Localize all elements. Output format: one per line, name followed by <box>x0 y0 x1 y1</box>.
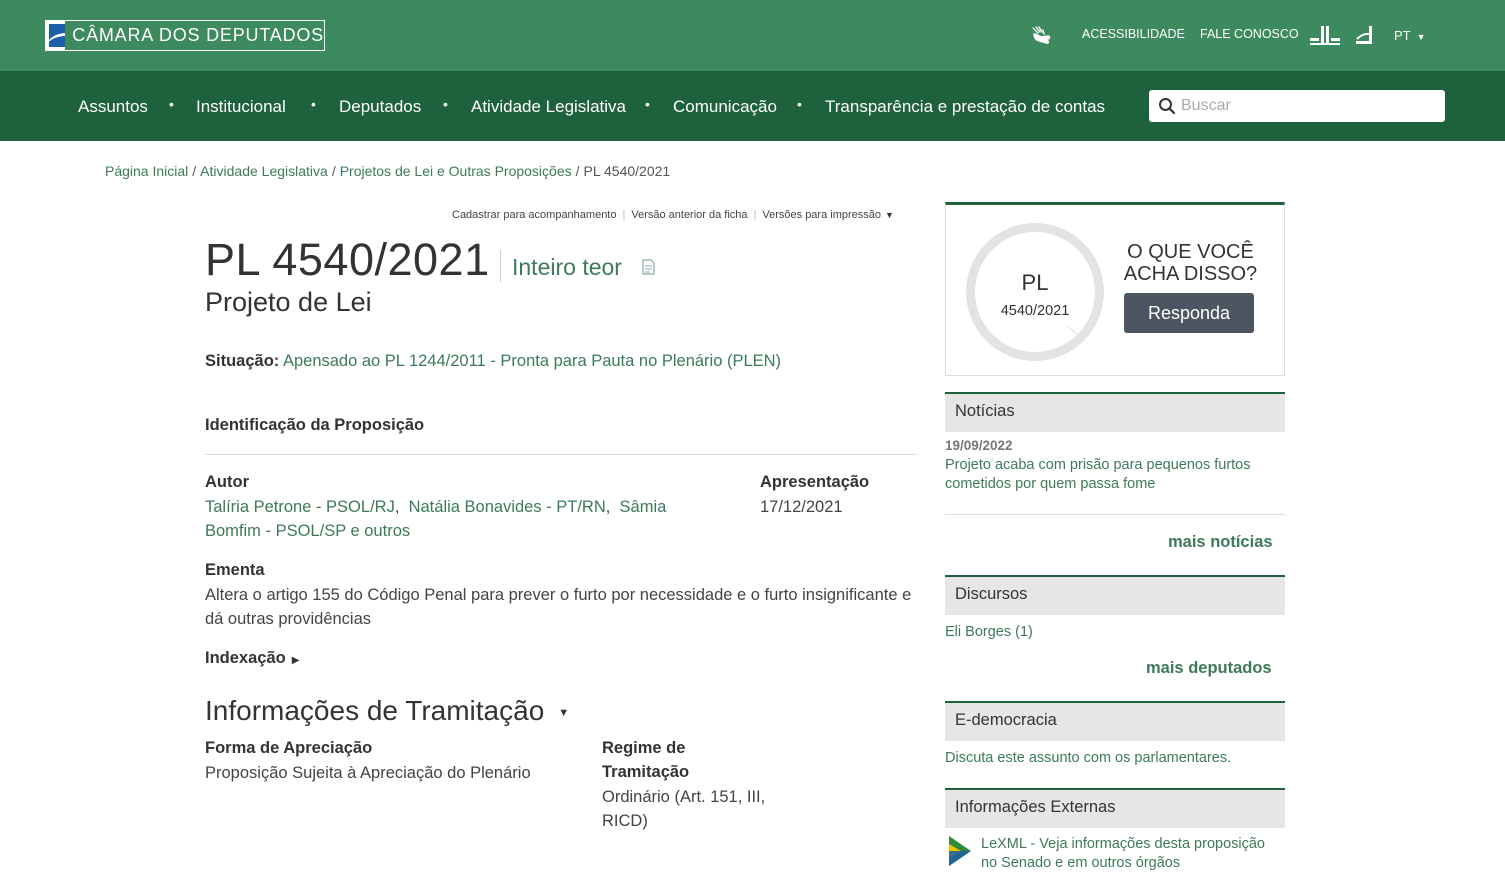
logo-text: CÂMARA DOS DEPUTADOS <box>72 25 324 45</box>
more-deputies-link[interactable]: mais deputados <box>1146 659 1272 678</box>
breadcrumb-current: PL 4540/2021 <box>583 163 671 179</box>
full-text-link[interactable]: Inteiro teor <box>512 254 622 281</box>
presentation-date: 17/12/2021 <box>760 498 843 516</box>
proposal-tools: Cadastrar para acompanhamento | Versão ant… <box>452 209 894 221</box>
identification-heading: Identificação da Proposição <box>205 416 425 434</box>
author-link[interactable]: Natália Bonavides - PT/RN <box>409 498 606 516</box>
news-date: 19/09/2022 <box>945 438 1013 453</box>
poll-question: O QUE VOCÊ ACHA DISSO? <box>1123 241 1258 285</box>
situation: Situação: Apensado ao PL 1244/2011 - Pro… <box>205 352 781 371</box>
external-heading: Informações Externas <box>945 788 1285 828</box>
proposal-type: Projeto de Lei <box>205 287 372 317</box>
ementa-label: Ementa <box>205 561 265 579</box>
main-nav: Assuntos • Institucional • Deputados • A… <box>0 71 1505 141</box>
congress-building-icon[interactable] <box>1308 24 1342 46</box>
poll-pl: PL <box>1021 270 1049 295</box>
nav-separator: • <box>797 96 802 112</box>
divider <box>945 514 1285 515</box>
ementa-text: Altera o artigo 155 do Código Penal para… <box>205 586 912 628</box>
camara-logo-icon <box>46 21 66 50</box>
authors-more-link[interactable]: e outros <box>351 522 411 540</box>
speech-deputy-link[interactable]: Eli Borges (1) <box>945 623 1033 642</box>
document-icon[interactable] <box>641 259 656 275</box>
author-link[interactable]: Talíria Petrone - PSOL/RJ <box>205 498 395 516</box>
speeches-heading: Discursos <box>945 575 1285 615</box>
nav-separator: • <box>443 96 448 112</box>
nav-separator: • <box>645 96 650 112</box>
respond-button[interactable]: Responda <box>1124 293 1254 333</box>
breadcrumb-projetos[interactable]: Projetos de Lei e Outras Proposições <box>340 163 572 179</box>
caret-right-icon: ▶ <box>291 655 300 666</box>
previous-version-link[interactable]: Versão anterior da ficha <box>631 209 747 221</box>
nav-assuntos[interactable]: Assuntos <box>78 97 148 117</box>
search-icon <box>1159 98 1176 115</box>
nav-atividade-legislativa[interactable]: Atividade Legislativa <box>471 97 626 117</box>
caret-down-icon: ▼ <box>885 210 894 220</box>
poll-number: 4540/2021 <box>1000 303 1070 319</box>
search-input[interactable] <box>1181 97 1431 115</box>
sign-language-icon[interactable] <box>1029 24 1053 48</box>
accessibility-link[interactable]: ACESSIBILIDADE <box>1082 27 1185 41</box>
caret-down-icon: ▼ <box>558 706 570 719</box>
search-box[interactable] <box>1149 90 1445 122</box>
edemocracia-link[interactable]: Discuta este assunto com os parlamentare… <box>945 749 1231 768</box>
nav-separator: • <box>169 96 174 112</box>
more-news-link[interactable]: mais notícias <box>1168 533 1273 552</box>
regime-value-1: Ordinário (Art. 151, III, <box>602 788 766 806</box>
regime-label-2: Tramitação <box>602 763 690 781</box>
language-selector[interactable]: PT ▼ <box>1394 28 1426 43</box>
edemocracia-heading: E-democracia <box>945 701 1285 741</box>
title-divider <box>500 250 501 282</box>
follow-link[interactable]: Cadastrar para acompanhamento <box>452 209 616 221</box>
regime-label-1: Regime de <box>602 739 686 757</box>
lexml-link[interactable]: LeXML - Veja informações desta proposiçã… <box>981 835 1281 873</box>
breadcrumb: Página Inicial / Atividade Legislativa / Pro… <box>105 163 671 179</box>
lexml-logo-icon[interactable] <box>947 835 973 867</box>
breadcrumb-atividade[interactable]: Atividade Legislativa <box>200 163 328 179</box>
tramitacao-title[interactable]: Informações de Tramitação ▼ <box>205 695 569 727</box>
nav-separator: • <box>311 96 316 112</box>
author-label: Autor <box>205 473 249 491</box>
nav-transparencia[interactable]: Transparência e prestação de contas <box>825 97 1105 117</box>
nav-deputados[interactable]: Deputados <box>339 97 421 117</box>
forma-label: Forma de Apreciação <box>205 739 373 757</box>
nav-comunicacao[interactable]: Comunicação <box>673 97 777 117</box>
contact-link[interactable]: FALE CONOSCO <box>1200 27 1299 41</box>
regime-value-2: RICD) <box>602 812 648 830</box>
camara-logo[interactable]: CÂMARA DOS DEPUTADOS <box>45 20 325 51</box>
breadcrumb-home[interactable]: Página Inicial <box>105 163 188 179</box>
print-versions-link[interactable]: Versões para impressão <box>762 209 881 221</box>
chamber-icon[interactable] <box>1354 24 1374 46</box>
top-bar: CÂMARA DOS DEPUTADOS ACESSIBILIDADE FALE… <box>0 0 1505 71</box>
authors-list: Talíria Petrone - PSOL/RJ, Natália Bonav… <box>205 498 667 540</box>
situation-label: Situação: <box>205 352 280 370</box>
proposal-title: PL 4540/2021 <box>205 234 490 285</box>
situation-link[interactable]: Apensado ao PL 1244/2011 - Pronta para P… <box>283 352 781 370</box>
divider <box>205 454 917 455</box>
caret-down-icon: ▼ <box>1416 32 1426 42</box>
news-heading: Notícias <box>945 392 1285 432</box>
presentation-label: Apresentação <box>760 473 870 491</box>
news-link[interactable]: Projeto acaba com prisão para pequenos f… <box>945 456 1275 494</box>
poll-box: PL 4540/2021 O QUE VOCÊ ACHA DISSO? Resp… <box>945 202 1285 376</box>
nav-institucional[interactable]: Institucional <box>196 97 286 117</box>
bubble-tail <box>1062 323 1090 345</box>
indexacao-toggle[interactable]: Indexação ▶ <box>205 649 299 668</box>
forma-value: Proposição Sujeita à Apreciação do Plená… <box>205 764 531 782</box>
